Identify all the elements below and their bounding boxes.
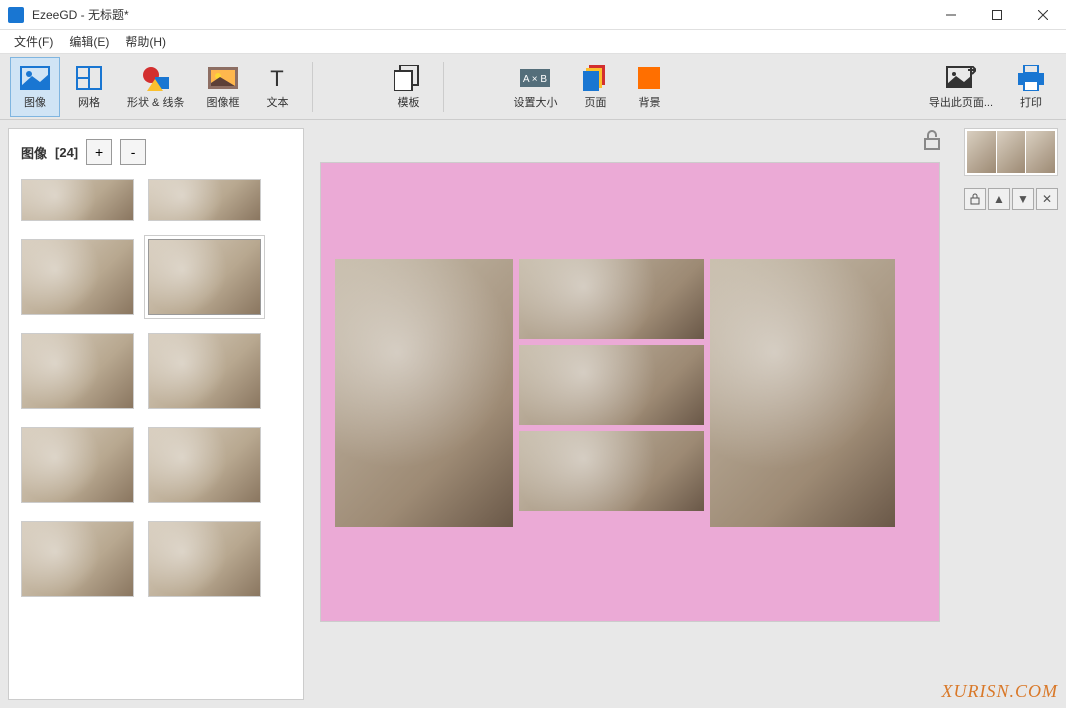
tool-template[interactable]: 模板 bbox=[383, 57, 433, 117]
canvas-photo[interactable] bbox=[519, 431, 704, 511]
thumbnail[interactable] bbox=[21, 521, 134, 597]
tool-page-label: 页面 bbox=[584, 94, 606, 110]
frame-icon bbox=[207, 64, 239, 92]
image-icon bbox=[19, 64, 51, 92]
watermark: XURISN.COM bbox=[942, 681, 1059, 702]
workspace: 图像 [24] + - bbox=[0, 120, 1066, 708]
image-panel: 图像 [24] + - bbox=[8, 128, 304, 700]
toolbar: 图像 网格 形状 & 线条 图像框 T 文本 模板 A × B bbox=[0, 54, 1066, 120]
tool-export[interactable]: 导出此页面... bbox=[920, 57, 1002, 117]
lock-icon[interactable] bbox=[922, 130, 942, 150]
app-icon bbox=[8, 7, 24, 23]
tool-frame-label: 图像框 bbox=[206, 94, 239, 110]
tool-image[interactable]: 图像 bbox=[10, 57, 60, 117]
svg-text:T: T bbox=[271, 66, 284, 90]
tool-shapes-label: 形状 & 线条 bbox=[127, 94, 184, 110]
thumbnail-list[interactable] bbox=[9, 175, 303, 699]
maximize-button[interactable] bbox=[974, 0, 1020, 30]
thumbnail[interactable] bbox=[21, 239, 134, 315]
thumbnail[interactable] bbox=[148, 427, 261, 503]
page-preview[interactable] bbox=[964, 128, 1058, 176]
tool-setsize[interactable]: A × B 设置大小 bbox=[504, 57, 566, 117]
thumbnail[interactable] bbox=[21, 179, 134, 221]
thumbnail-selected[interactable] bbox=[148, 239, 261, 315]
thumbnail[interactable] bbox=[148, 521, 261, 597]
tool-shapes[interactable]: 形状 & 线条 bbox=[118, 57, 193, 117]
canvas-area bbox=[304, 120, 956, 708]
tool-export-label: 导出此页面... bbox=[929, 94, 993, 110]
layer-down-button[interactable]: ▼ bbox=[1012, 188, 1034, 210]
tool-frame[interactable]: 图像框 bbox=[197, 57, 248, 117]
panel-count: [24] bbox=[55, 145, 78, 160]
layers-panel: ▲ ▼ ✕ bbox=[956, 120, 1066, 708]
titlebar: EzeeGD - 无标题* bbox=[0, 0, 1066, 30]
window-title: EzeeGD - 无标题* bbox=[32, 6, 928, 23]
tool-background[interactable]: 背景 bbox=[624, 57, 674, 117]
thumbnail[interactable] bbox=[21, 427, 134, 503]
panel-header: 图像 [24] + - bbox=[9, 129, 303, 175]
thumbnail[interactable] bbox=[148, 333, 261, 409]
template-icon bbox=[392, 64, 424, 92]
menu-edit[interactable]: 编辑(E) bbox=[61, 31, 117, 52]
shapes-icon bbox=[140, 64, 172, 92]
tool-text[interactable]: T 文本 bbox=[252, 57, 302, 117]
close-icon bbox=[1038, 10, 1048, 20]
grid-icon bbox=[73, 64, 105, 92]
thumbnail[interactable] bbox=[148, 179, 261, 221]
tool-image-label: 图像 bbox=[24, 94, 46, 110]
canvas-photo[interactable] bbox=[519, 259, 704, 339]
menubar: 文件(F) 编辑(E) 帮助(H) bbox=[0, 30, 1066, 54]
tool-setsize-label: 设置大小 bbox=[513, 94, 557, 110]
tool-background-label: 背景 bbox=[638, 94, 660, 110]
tool-page[interactable]: 页面 bbox=[570, 57, 620, 117]
tool-grid[interactable]: 网格 bbox=[64, 57, 114, 117]
tool-grid-label: 网格 bbox=[78, 94, 100, 110]
text-icon: T bbox=[261, 64, 293, 92]
remove-image-button[interactable]: - bbox=[120, 139, 146, 165]
page-icon bbox=[579, 64, 611, 92]
tool-print[interactable]: 打印 bbox=[1006, 57, 1056, 117]
toolbar-separator bbox=[443, 62, 444, 112]
lock-icon bbox=[969, 193, 981, 205]
tool-template-label: 模板 bbox=[397, 94, 419, 110]
minimize-icon bbox=[946, 10, 956, 20]
print-icon bbox=[1015, 64, 1047, 92]
close-button[interactable] bbox=[1020, 0, 1066, 30]
maximize-icon bbox=[992, 10, 1002, 20]
toolbar-separator bbox=[312, 62, 313, 112]
canvas-photo[interactable] bbox=[335, 259, 513, 527]
menu-help[interactable]: 帮助(H) bbox=[117, 31, 174, 52]
thumbnail[interactable] bbox=[21, 333, 134, 409]
setsize-icon: A × B bbox=[519, 64, 551, 92]
canvas[interactable] bbox=[320, 162, 940, 622]
add-image-button[interactable]: + bbox=[86, 139, 112, 165]
layer-delete-button[interactable]: ✕ bbox=[1036, 188, 1058, 210]
panel-title-label: 图像 bbox=[21, 143, 47, 162]
tool-text-label: 文本 bbox=[266, 94, 288, 110]
layer-lock-button[interactable] bbox=[964, 188, 986, 210]
svg-text:A × B: A × B bbox=[523, 74, 548, 85]
canvas-photo[interactable] bbox=[710, 259, 895, 527]
menu-file[interactable]: 文件(F) bbox=[6, 31, 61, 52]
background-icon bbox=[633, 64, 665, 92]
tool-print-label: 打印 bbox=[1020, 94, 1042, 110]
layer-up-button[interactable]: ▲ bbox=[988, 188, 1010, 210]
export-icon bbox=[945, 64, 977, 92]
minimize-button[interactable] bbox=[928, 0, 974, 30]
canvas-photo[interactable] bbox=[519, 345, 704, 425]
